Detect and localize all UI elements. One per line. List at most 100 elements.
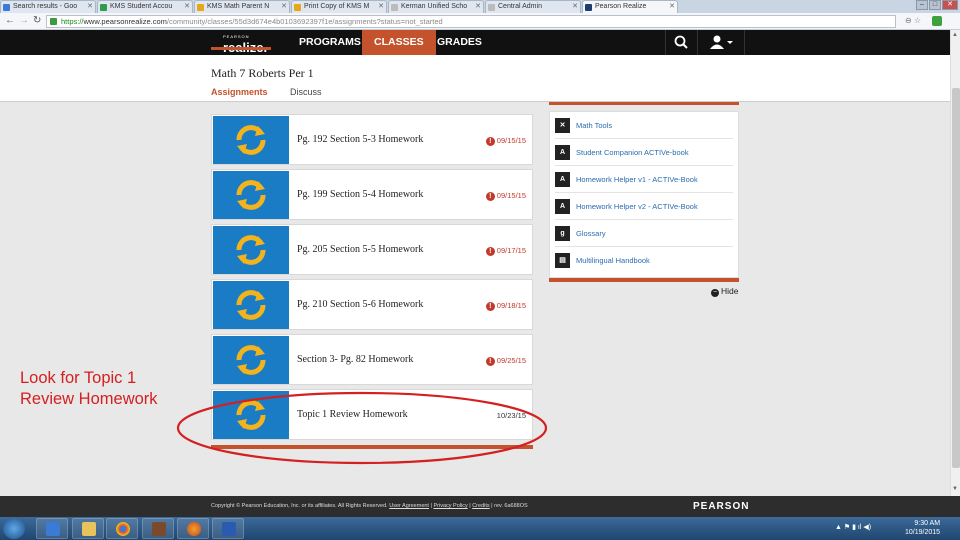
tools-bottom-bar [549,278,739,282]
user-icon [710,35,733,49]
url-input[interactable]: https://www.pearsonrealize.com/community… [46,15,896,28]
browser-tab-strip: Search results - Goo ✕ KMS Student Accou ✕ K… [0,0,960,13]
page-footer: Copyright © Pearson Education, Inc. or i… [0,496,960,517]
taskbar-firefox[interactable] [177,518,209,539]
alert-icon: ! [485,357,495,366]
close-tab-icon[interactable]: ✕ [572,2,578,10]
favicon-icon [100,4,107,11]
scroll-up-icon[interactable]: ▲ [952,32,958,38]
browser-tab[interactable]: KMS Math Parent N ✕ [194,0,290,13]
assignment-card[interactable]: Pg. 205 Section 5-5 Homework ! 09/17/15 [211,224,533,275]
forward-arrow-icon[interactable]: → [19,15,29,26]
back-arrow-icon[interactable]: ← [5,15,15,26]
tool-item[interactable]: A Student Companion ACTIVe-book [555,139,733,166]
close-tab-icon[interactable]: ✕ [669,2,675,10]
refresh-arrows-icon [236,345,266,375]
tool-item[interactable]: ▤ Multilingual Handbook [555,247,733,274]
start-button[interactable] [3,518,25,539]
tab-discuss[interactable]: Discuss [290,87,322,97]
taskbar-word[interactable] [212,518,244,539]
taskbar-explorer[interactable] [72,518,104,539]
scrollbar-thumb[interactable] [952,88,960,468]
annotation-text: Look for Topic 1 Review Homework [20,369,158,408]
favicon-icon [197,4,204,11]
tool-item[interactable]: g Glossary [555,220,733,247]
chevron-down-icon [727,41,733,44]
browser-menu-icon[interactable] [932,16,942,26]
tool-link[interactable]: Homework Helper v2 - ACTIVe-Book [576,202,698,211]
browser-tab[interactable]: Kerman Unified Scho ✕ [388,0,484,13]
browser-tab[interactable]: Print Copy of KMS M ✕ [291,0,387,13]
reload-icon[interactable]: ↻ [33,15,41,26]
taskbar-media-player[interactable] [36,518,68,539]
handbook-icon: ▤ [555,253,570,268]
assignment-due-date: ! 09/18/15 [485,301,526,311]
minimize-button[interactable]: – [916,0,928,10]
assignment-title[interactable]: Pg. 199 Section 5-4 Homework [297,189,423,200]
taskbar-app[interactable] [142,518,174,539]
browser-tab[interactable]: KMS Student Accou ✕ [97,0,193,13]
nav-grades[interactable]: GRADES [425,30,494,55]
tool-link[interactable]: Homework Helper v1 - ACTIVe-Book [576,175,698,184]
tab-assignments[interactable]: Assignments [211,87,268,97]
search-button[interactable] [665,30,697,55]
close-tab-icon[interactable]: ✕ [87,2,93,10]
privacy-policy-link[interactable]: Privacy Policy [433,503,467,509]
taskbar-chrome[interactable] [106,518,138,539]
tool-link[interactable]: Glossary [576,229,606,238]
close-window-button[interactable]: ✕ [942,0,958,10]
assignment-card[interactable]: Pg. 210 Section 5-6 Homework ! 09/18/15 [211,279,533,330]
refresh-arrows-icon [236,290,266,320]
scroll-down-icon[interactable]: ▼ [952,486,958,492]
assignment-title[interactable]: Section 3- Pg. 82 Homework [297,354,413,365]
favicon-icon [391,4,398,11]
lock-icon [50,18,57,25]
assignment-title[interactable]: Pg. 210 Section 5-6 Homework [297,299,423,310]
user-agreement-link[interactable]: User Agreement [389,503,429,509]
assignment-thumbnail[interactable] [213,336,289,384]
tool-link[interactable]: Student Companion ACTIVe-book [576,148,689,157]
close-tab-icon[interactable]: ✕ [378,2,384,10]
credits-link[interactable]: Credits [472,503,489,509]
tool-item[interactable]: ✕ Math Tools [555,112,733,139]
zoom-icon[interactable]: ⊖ ☆ [905,16,921,25]
assignment-thumbnail[interactable] [213,281,289,329]
favicon-icon [488,4,495,11]
browser-tab[interactable]: Central Admin ✕ [485,0,581,13]
copyright-text: Copyright © Pearson Education, Inc. or i… [211,503,528,509]
assignment-card[interactable]: Pg. 192 Section 5-3 Homework ! 09/15/15 [211,114,533,165]
hide-tools-link[interactable]: − Hide [711,286,738,297]
tool-link[interactable]: Math Tools [576,121,612,130]
system-tray[interactable]: ▲ ⚑ ▮ ıl ◀) [835,523,871,531]
assignment-thumbnail[interactable] [213,116,289,164]
maximize-button[interactable]: □ [929,0,941,10]
tool-item[interactable]: A Homework Helper v1 - ACTIVe-Book [555,166,733,193]
alert-icon: ! [485,302,495,311]
nav-programs[interactable]: PROGRAMS [287,30,373,55]
assignment-thumbnail[interactable] [213,171,289,219]
close-tab-icon[interactable]: ✕ [475,2,481,10]
math-tools-icon: ✕ [555,118,570,133]
tool-link[interactable]: Multilingual Handbook [576,256,650,265]
user-menu-button[interactable] [697,30,745,55]
assignment-thumbnail[interactable] [213,226,289,274]
refresh-arrows-icon [236,125,266,155]
realize-logo[interactable]: PEARSON realize. [223,34,267,57]
active-tab-underline [211,47,271,50]
assignment-title[interactable]: Pg. 205 Section 5-5 Homework [297,244,423,255]
assignment-title[interactable]: Pg. 192 Section 5-3 Homework [297,134,423,145]
page-scrollbar[interactable]: ▲ ▼ [950,30,960,496]
browser-tab[interactable]: Search results - Goo ✕ [0,0,96,13]
assignment-card[interactable]: Section 3- Pg. 82 Homework ! 09/25/15 [211,334,533,385]
window-controls: – □ ✕ [916,0,958,10]
taskbar-clock[interactable]: 9:30 AM 10/19/2015 [905,519,940,537]
address-bar-row: ← → ↻ https://www.pearsonrealize.com/com… [0,13,960,30]
tools-panel: ✕ Math Tools A Student Companion ACTIVe-boo… [549,111,739,278]
assignment-card[interactable]: Pg. 199 Section 5-4 Homework ! 09/15/15 [211,169,533,220]
browser-tab[interactable]: Pearson Realize ✕ [582,0,678,13]
tools-top-bar [549,102,739,105]
close-tab-icon[interactable]: ✕ [281,2,287,10]
tool-item[interactable]: A Homework Helper v2 - ACTIVe-Book [555,193,733,220]
close-tab-icon[interactable]: ✕ [184,2,190,10]
ebook-icon: A [555,145,570,160]
